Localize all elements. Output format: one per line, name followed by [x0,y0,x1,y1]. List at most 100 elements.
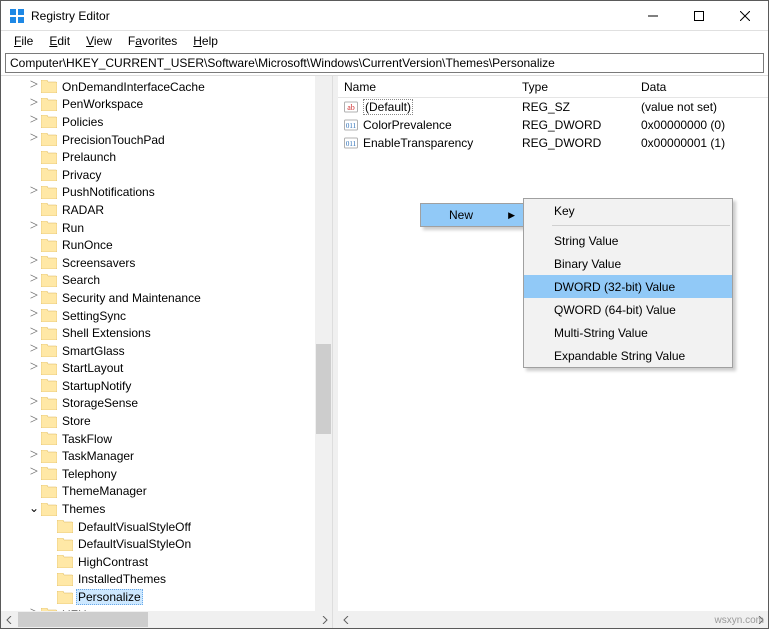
tree-item[interactable]: >Run [1,219,332,237]
tree-toggle-icon[interactable]: > [27,253,41,270]
tree-toggle-icon[interactable]: > [27,112,41,129]
close-button[interactable] [722,1,768,31]
tree-item[interactable]: > StorageSense [1,395,332,413]
tree-toggle-icon[interactable]: > [27,271,41,288]
tree-toggle-icon[interactable]: > [27,95,41,112]
tree-item[interactable]: > OnDemandInterfaceCache [1,78,332,96]
tree-toggle-icon[interactable]: > [27,130,41,147]
scrollbar-thumb[interactable] [18,612,148,627]
tree-toggle-icon[interactable]: > [27,359,41,376]
tree-item[interactable]: ThemeManager [1,483,332,501]
folder-icon [41,168,57,182]
context-menu-item[interactable]: DWORD (32-bit) Value [524,275,732,298]
tree-item[interactable]: >Search [1,272,332,290]
scroll-left-icon[interactable] [1,611,18,628]
tree-toggle-icon[interactable]: > [27,288,41,305]
svg-text:011: 011 [346,140,357,148]
context-item-new[interactable]: New ▶ [421,204,523,226]
context-menu-item[interactable]: Multi-String Value [524,321,732,344]
folder-icon [41,502,57,516]
menu-edit[interactable]: Edit [42,33,77,49]
tree-item[interactable]: TaskFlow [1,430,332,448]
tree-item[interactable]: >PenWorkspace [1,96,332,114]
tree-item-label: StorageSense [60,396,140,410]
menu-file[interactable]: File [7,33,40,49]
tree-toggle-icon[interactable]: > [27,412,41,429]
tree-item[interactable]: >PushNotifications [1,184,332,202]
tree-item[interactable]: >Policies [1,113,332,131]
context-menu-item[interactable]: Binary Value [524,252,732,275]
tree-toggle-icon[interactable]: > [27,218,41,235]
tree-item[interactable]: >TaskManager [1,447,332,465]
app-icon [9,8,25,24]
list-row[interactable]: 011EnableTransparencyREG_DWORD0x00000001… [338,134,768,152]
tree-item[interactable]: Prelaunch [1,148,332,166]
tree-item[interactable]: >StartLayout [1,360,332,378]
column-header-data[interactable]: Data [635,78,768,96]
tree-item[interactable]: > Screensavers [1,254,332,272]
scrollbar-thumb[interactable] [316,344,331,434]
folder-icon [41,203,57,217]
tree-vertical-scrollbar[interactable] [315,76,332,611]
tree-item[interactable]: Personalize [1,588,332,606]
tree-item[interactable]: >Security and Maintenance [1,289,332,307]
tree-item[interactable]: >Store [1,412,332,430]
tree-item[interactable]: Privacy [1,166,332,184]
context-menu-item[interactable]: String Value [524,229,732,252]
tree-item-label: OnDemandInterfaceCache [60,80,207,94]
context-menu-new: Key String Value Binary Value DWORD (32-bit… [523,198,733,368]
tree-item[interactable]: >Telephony [1,465,332,483]
tree-toggle-icon[interactable]: > [27,394,41,411]
tree-item[interactable]: DefaultVisualStyleOn [1,535,332,553]
tree-item[interactable]: ⌄Themes [1,500,332,518]
scroll-left-icon[interactable] [338,611,355,628]
list-row[interactable]: 011ColorPrevalenceREG_DWORD0x00000000 (0… [338,116,768,134]
column-header-name[interactable]: Name [338,78,516,96]
context-menu-item[interactable]: Key [524,199,732,222]
tree-item-label: RADAR [60,203,106,217]
tree-item[interactable]: >Shell Extensions [1,324,332,342]
list-horizontal-scrollbar[interactable] [338,611,768,628]
tree-toggle-icon[interactable]: > [27,447,41,464]
menu-help[interactable]: Help [186,33,225,49]
tree-toggle-icon[interactable]: > [27,324,41,341]
folder-icon [41,361,57,375]
column-header-type[interactable]: Type [516,78,635,96]
context-menu-item[interactable]: QWORD (64-bit) Value [524,298,732,321]
tree-item[interactable]: > PrecisionTouchPad [1,131,332,149]
tree-item[interactable]: StartupNotify [1,377,332,395]
tree-toggle-icon[interactable]: > [27,306,41,323]
tree-item[interactable]: RunOnce [1,236,332,254]
value-type: REG_DWORD [516,136,635,150]
context-item-label: New [449,208,473,222]
tree-toggle-icon[interactable]: > [27,77,41,94]
tree-toggle-icon[interactable]: ⌄ [27,501,41,516]
tree-item[interactable]: InstalledThemes [1,571,332,589]
tree-item[interactable]: RADAR [1,201,332,219]
folder-icon [41,396,57,410]
submenu-arrow-icon: ▶ [508,210,515,221]
maximize-button[interactable] [676,1,722,31]
tree-item-label: Screensavers [60,256,137,270]
context-menu-item-label: DWORD (32-bit) Value [554,280,675,294]
tree-toggle-icon[interactable]: > [27,341,41,358]
tree-toggle-icon[interactable]: > [27,464,41,481]
tree-item[interactable]: HighContrast [1,553,332,571]
list-row[interactable]: ab(Default)REG_SZ(value not set) [338,98,768,116]
address-bar[interactable]: Computer\HKEY_CURRENT_USER\Software\Micr… [5,53,764,73]
tree-item-label: PrecisionTouchPad [60,133,167,147]
context-menu-item[interactable]: Expandable String Value [524,344,732,367]
scroll-right-icon[interactable] [315,611,332,628]
tree-item[interactable]: >SmartGlass [1,342,332,360]
context-menu-item-label: Binary Value [554,257,621,271]
tree-item-label: SettingSync [60,309,128,323]
context-menu-item-label: Expandable String Value [554,349,685,363]
menu-view[interactable]: View [79,33,119,49]
tree-horizontal-scrollbar[interactable] [1,611,332,628]
tree-item-label: HighContrast [76,555,150,569]
tree-toggle-icon[interactable]: > [27,183,41,200]
tree-item[interactable]: > SettingSync [1,307,332,325]
menu-favorites[interactable]: Favorites [121,33,184,49]
tree-item[interactable]: DefaultVisualStyleOff [1,518,332,536]
minimize-button[interactable] [630,1,676,31]
